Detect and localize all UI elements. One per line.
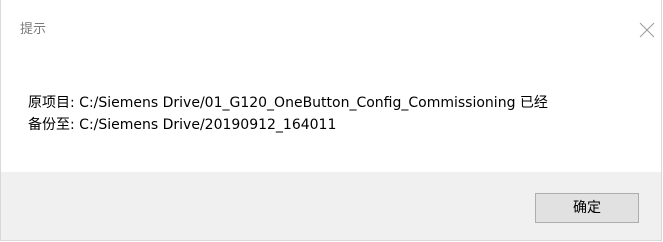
message-dialog: 提示 原项目: C:/Siemens Drive/01_G120_OneButt… [0, 0, 662, 241]
ok-button[interactable]: 确定 [535, 193, 639, 223]
close-button[interactable] [633, 16, 661, 44]
dialog-title: 提示 [20, 22, 47, 37]
message-line-2: 备份至: C:/Siemens Drive/20190912_164011 [28, 117, 337, 133]
message-line-1: 原项目: C:/Siemens Drive/01_G120_OneButton_… [28, 95, 548, 111]
dialog-message: 原项目: C:/Siemens Drive/01_G120_OneButton_… [28, 92, 658, 136]
close-icon [639, 22, 655, 38]
dialog-footer: 确定 [1, 172, 661, 240]
